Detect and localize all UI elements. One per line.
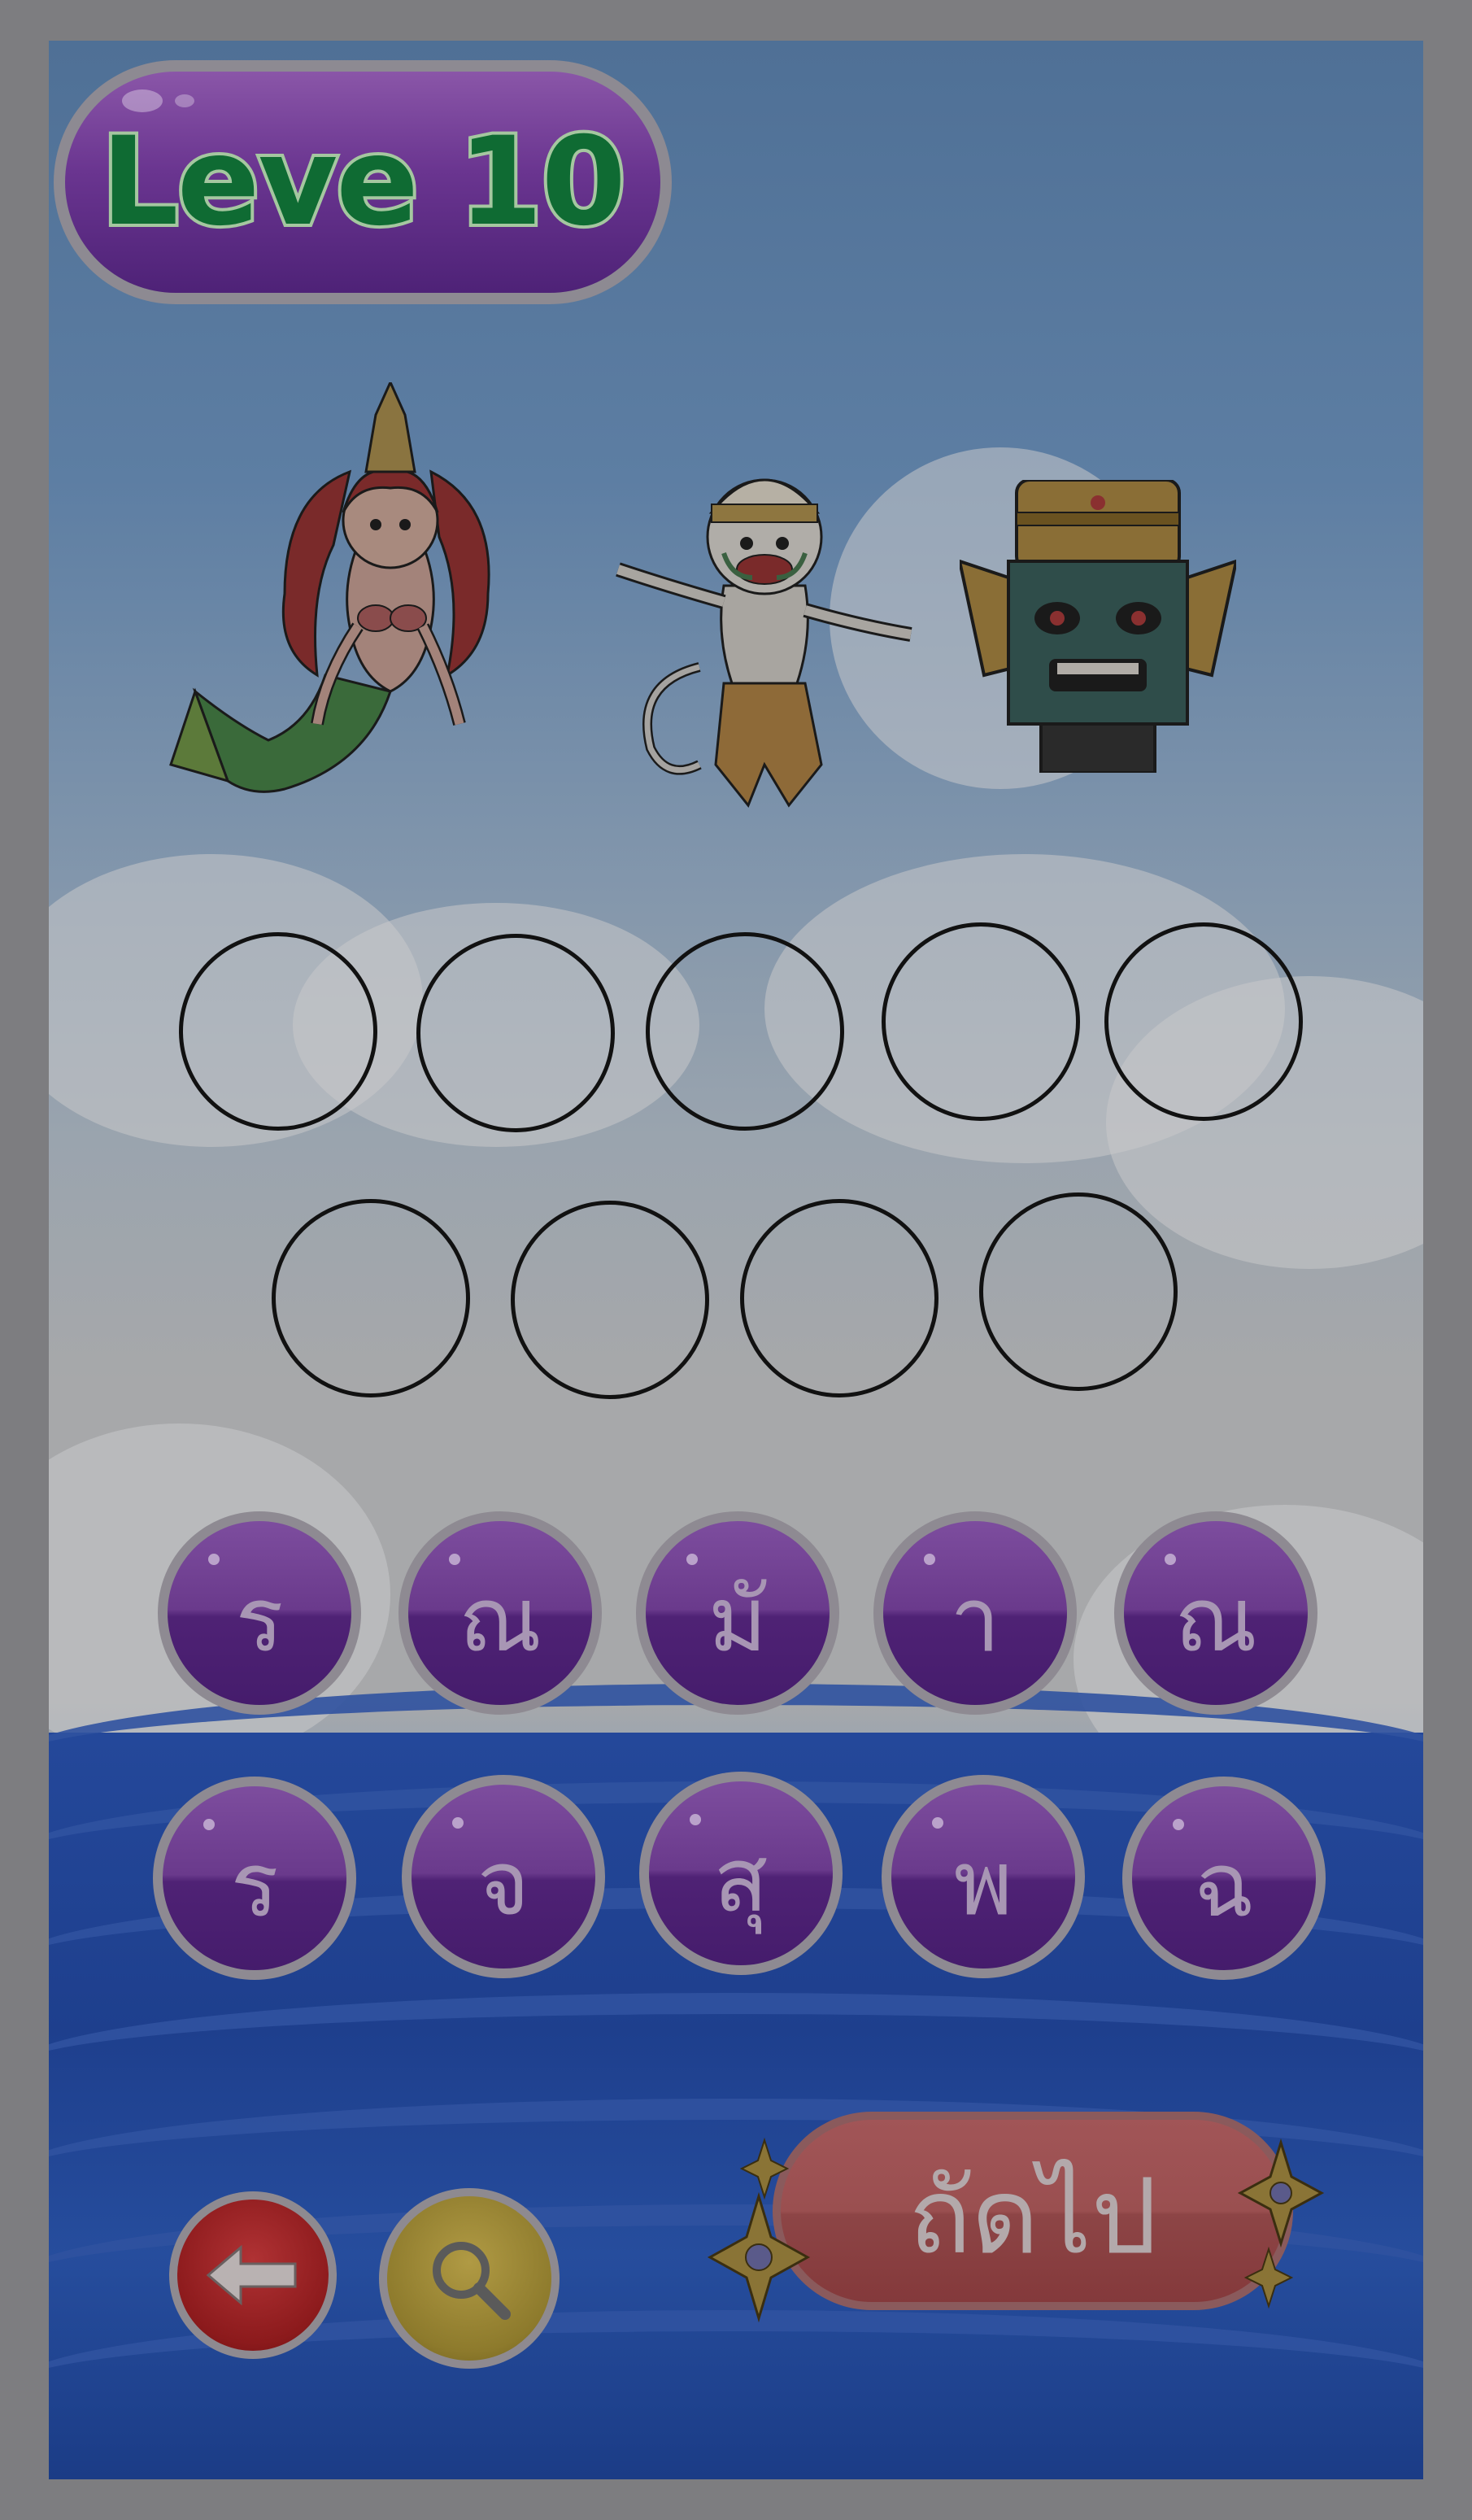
letter-tile-label: จ	[477, 1831, 530, 1935]
letter-tile-label: ณ	[1174, 1567, 1258, 1672]
answer-slot[interactable]	[416, 934, 615, 1132]
letter-tile-label: พ	[953, 1831, 1013, 1935]
letter-tile-label: า	[950, 1567, 1000, 1672]
level-badge: Leve 10	[54, 60, 672, 304]
answer-slot[interactable]	[1104, 922, 1303, 1121]
next-button[interactable]: ถัดไป	[773, 2112, 1293, 2310]
letter-tile[interactable]: สุ	[639, 1772, 843, 1975]
letter-tile[interactable]: า	[873, 1511, 1077, 1715]
letter-tile[interactable]: จ	[402, 1775, 605, 1978]
answer-slot[interactable]	[979, 1192, 1178, 1391]
letter-tile[interactable]: ณ	[398, 1511, 602, 1715]
letter-tile[interactable]: ร	[158, 1511, 361, 1715]
ornament-icon	[1237, 2138, 1325, 2248]
letter-tile[interactable]: ร	[153, 1777, 356, 1980]
letter-tile-label: ร	[235, 1567, 284, 1672]
next-button-label: ถัดไป	[908, 2156, 1158, 2278]
hint-button[interactable]	[379, 2188, 560, 2369]
giant-mask-character	[960, 480, 1236, 773]
ornament-icon	[1244, 2246, 1293, 2309]
ornament-icon	[707, 2191, 811, 2323]
letter-tile-label: มั	[708, 1567, 768, 1672]
letter-tile-label: ฉ	[1193, 1833, 1255, 1937]
answer-slot[interactable]	[272, 1199, 470, 1397]
ornament-icon	[740, 2137, 789, 2200]
answer-slot[interactable]	[646, 932, 844, 1131]
answer-slot[interactable]	[511, 1201, 709, 1399]
magnifier-icon	[433, 2242, 511, 2320]
letter-tile[interactable]: ณ	[1114, 1511, 1317, 1715]
hanuman-character	[616, 478, 912, 808]
letter-tile-label: ณ	[458, 1567, 542, 1672]
letter-tile[interactable]: มั	[636, 1511, 839, 1715]
arrow-left-icon	[206, 2244, 297, 2306]
answer-slot[interactable]	[179, 932, 377, 1131]
answer-slot[interactable]	[740, 1199, 939, 1397]
answer-slot[interactable]	[882, 922, 1080, 1121]
letter-tile[interactable]: ฉ	[1122, 1777, 1326, 1980]
mermaid-character	[169, 382, 490, 793]
letter-tile[interactable]: พ	[882, 1775, 1085, 1978]
letter-tile-label: สุ	[713, 1828, 769, 1932]
letter-tile-label: ร	[230, 1833, 279, 1937]
level-label: Leve 10	[98, 108, 629, 256]
back-button[interactable]	[169, 2191, 337, 2359]
